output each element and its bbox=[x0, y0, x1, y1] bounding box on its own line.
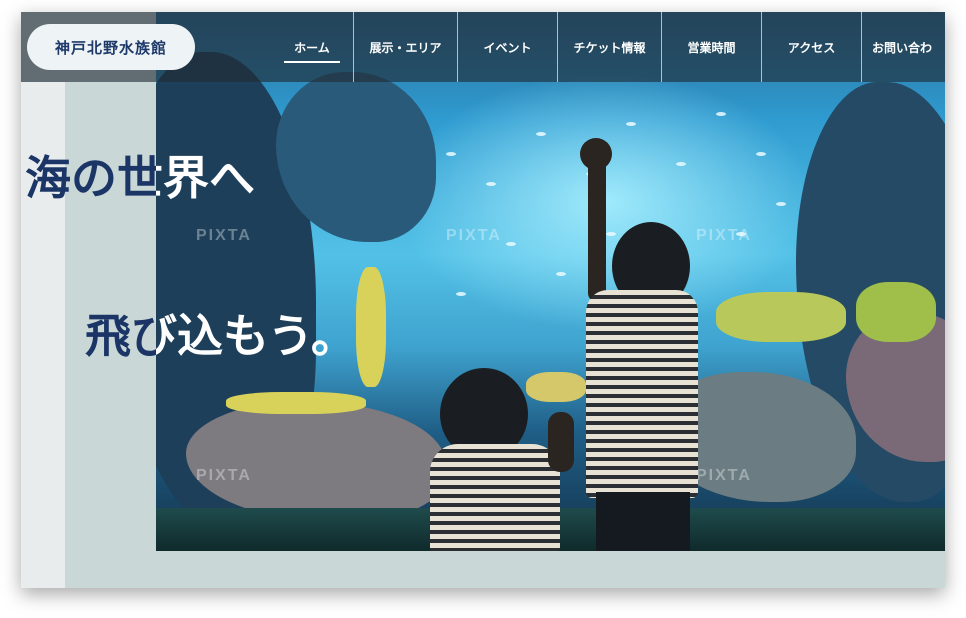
nav-item-events[interactable]: イベント bbox=[457, 12, 557, 82]
header-bar: 神戸北野水族館 ホーム 展示・エリア イベント チケット情報 営業時間 アクセス… bbox=[21, 12, 945, 82]
watermark-text: PIXTA bbox=[446, 227, 502, 244]
nav-item-home[interactable]: ホーム bbox=[271, 12, 353, 82]
watermark-text: PIXTA bbox=[196, 227, 252, 244]
older-child-legs bbox=[596, 492, 690, 551]
younger-child-shirt bbox=[430, 444, 560, 551]
nav-item-contact[interactable]: お問い合わ bbox=[861, 12, 943, 82]
hero-image: PIXTA PIXTA PIXTA PIXTA PIXTA PIXTA bbox=[156, 12, 945, 551]
watermark-text: PIXTA bbox=[196, 467, 252, 484]
nav-item-tickets[interactable]: チケット情報 bbox=[557, 12, 661, 82]
page-frame: PIXTA PIXTA PIXTA PIXTA PIXTA PIXTA 神戸北野… bbox=[21, 12, 945, 588]
older-child-arm bbox=[588, 152, 606, 302]
older-child-hand bbox=[580, 138, 612, 170]
watermark-text: PIXTA bbox=[696, 227, 752, 244]
older-child-shirt bbox=[586, 290, 698, 498]
nav-item-exhibits[interactable]: 展示・エリア bbox=[353, 12, 457, 82]
hero-heading-line2: 飛び込もう。 bbox=[85, 300, 357, 366]
younger-child-arm bbox=[548, 412, 574, 472]
site-logo[interactable]: 神戸北野水族館 bbox=[27, 24, 195, 70]
watermark-text: PIXTA bbox=[696, 467, 752, 484]
main-nav: ホーム 展示・エリア イベント チケット情報 営業時間 アクセス お問い合わ bbox=[271, 12, 943, 82]
hero-heading-line1: 海の世界へ bbox=[25, 142, 255, 208]
nav-item-access[interactable]: アクセス bbox=[761, 12, 861, 82]
nav-item-hours[interactable]: 営業時間 bbox=[661, 12, 761, 82]
